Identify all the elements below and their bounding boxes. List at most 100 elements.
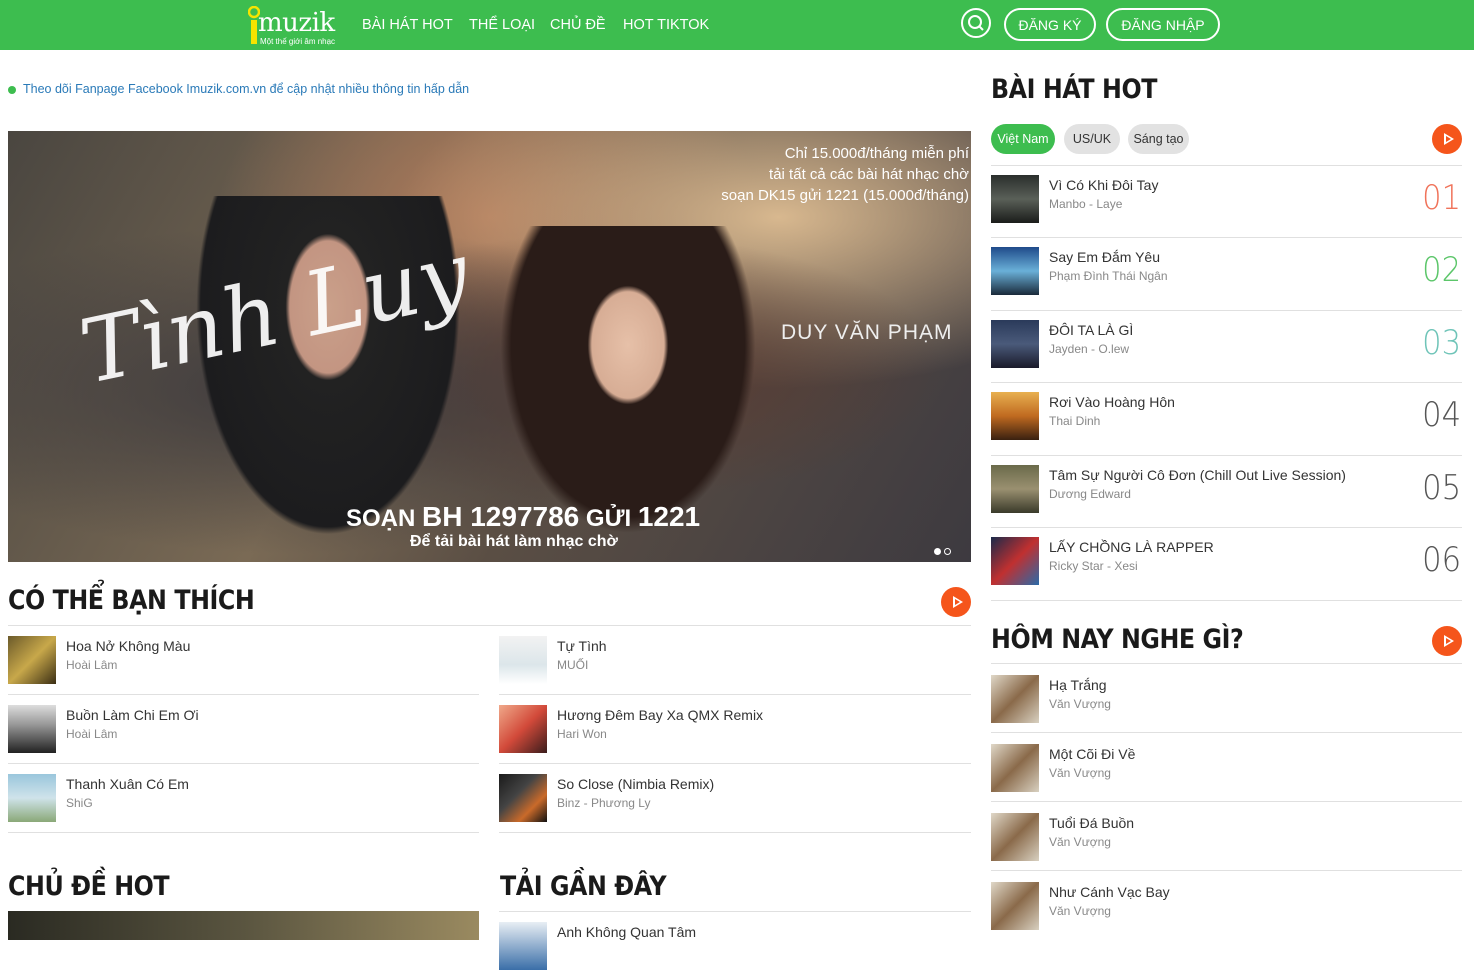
song-thumbnail <box>991 882 1039 930</box>
play-icon <box>1443 133 1454 145</box>
song-artist: Dương Edward <box>1049 487 1131 501</box>
song-thumbnail <box>991 320 1039 368</box>
code-mid: GỬI <box>585 505 632 532</box>
hot-songs-title: BÀI HÁT HOT <box>991 74 1157 105</box>
promo-line-3: soạn DK15 gửi 1221 (15.000đ/tháng) <box>721 187 969 204</box>
play-icon <box>1443 635 1454 647</box>
divider <box>991 527 1462 528</box>
song-artist: Manbo - Laye <box>1049 197 1123 211</box>
song-artist: Hari Won <box>557 727 607 741</box>
fanpage-notice[interactable]: Theo dõi Fanpage Facebook Imuzik.com.vn … <box>8 82 469 96</box>
register-button[interactable]: ĐĂNG KÝ <box>1004 8 1096 41</box>
song-artist: Văn Vượng <box>1049 766 1111 780</box>
song-title: Vì Có Khi Đôi Tay <box>1049 177 1159 193</box>
song-thumbnail <box>991 744 1039 792</box>
song-thumbnail <box>8 636 56 684</box>
code-number: 1221 <box>637 501 701 532</box>
song-title: Rơi Vào Hoàng Hôn <box>1049 394 1175 410</box>
login-button[interactable]: ĐĂNG NHẬP <box>1106 8 1220 41</box>
today-play-all-button[interactable] <box>1432 626 1462 656</box>
song-thumbnail <box>991 813 1039 861</box>
song-title: Buồn Làm Chi Em Ơi <box>66 707 199 723</box>
song-thumbnail <box>991 465 1039 513</box>
divider <box>991 732 1462 733</box>
divider <box>8 832 479 833</box>
song-title: LẤY CHỒNG LÀ RAPPER <box>1049 539 1214 555</box>
divider <box>8 694 479 695</box>
song-artist: MUỐI <box>557 658 589 672</box>
song-thumbnail <box>991 175 1039 223</box>
play-icon <box>952 596 963 608</box>
banner-sub: Để tải bài hát làm nhạc chờ <box>410 533 618 550</box>
song-title: Hoa Nở Không Màu <box>66 638 191 654</box>
carousel-dot[interactable] <box>944 548 951 555</box>
song-artist: Ricky Star - Xesi <box>1049 559 1138 573</box>
rank-number: 02 <box>1422 250 1462 290</box>
rank-number: 01 <box>1422 178 1462 218</box>
tab-vietnam[interactable]: Việt Nam <box>991 124 1055 154</box>
divider <box>991 165 1462 166</box>
hero-banner[interactable]: Tình Luy Chỉ 15.000đ/tháng miễn phí tải … <box>8 131 971 562</box>
rank-number: 03 <box>1422 323 1462 363</box>
carousel-dot-active[interactable] <box>934 548 941 555</box>
divider <box>8 763 479 764</box>
song-thumbnail <box>991 675 1039 723</box>
song-title: Tâm Sự Người Cô Đơn (Chill Out Live Sess… <box>1049 467 1346 483</box>
song-artist: Hoài Lâm <box>66 658 118 672</box>
rank-number: 05 <box>1422 468 1462 508</box>
like-section-title: CÓ THỂ BẠN THÍCH <box>8 585 255 616</box>
search-icon <box>968 15 984 31</box>
like-play-all-button[interactable] <box>941 587 971 617</box>
recent-section-title: TẢI GẦN ĐÂY <box>500 871 667 902</box>
song-title: Như Cánh Vạc Bay <box>1049 884 1170 900</box>
song-thumbnail <box>991 392 1039 440</box>
nav-topics[interactable]: CHỦ ĐỀ <box>550 17 606 33</box>
code-main: BH 1297786 <box>422 501 580 532</box>
topic-card-image[interactable] <box>8 911 479 940</box>
song-thumbnail <box>991 537 1039 585</box>
divider <box>499 763 971 764</box>
song-title: Thanh Xuân Có Em <box>66 776 189 792</box>
song-artist: Jayden - O.lew <box>1049 342 1130 356</box>
nav-genres[interactable]: THỂ LOẠI <box>469 17 535 33</box>
code-prefix: SOẠN <box>346 505 416 532</box>
song-thumbnail <box>8 774 56 822</box>
rank-number: 04 <box>1422 395 1462 435</box>
notice-text: Theo dõi Fanpage Facebook Imuzik.com.vn … <box>23 82 470 96</box>
tab-usuk[interactable]: US/UK <box>1064 124 1120 154</box>
imuzik-logo[interactable]: muzik Một thế giới âm nhạc <box>248 4 343 48</box>
song-artist: Binz - Phương Ly <box>557 796 651 810</box>
logo-word: muzik <box>258 8 335 38</box>
today-title: HÔM NAY NGHE GÌ? <box>991 624 1244 655</box>
song-thumbnail <box>499 774 547 822</box>
divider <box>991 455 1462 456</box>
divider <box>991 801 1462 802</box>
song-title: Say Em Đắm Yêu <box>1049 249 1161 265</box>
song-thumbnail <box>499 922 547 970</box>
divider <box>991 310 1462 311</box>
banner-promo: Chỉ 15.000đ/tháng miễn phí tải tất cả cá… <box>569 143 969 206</box>
song-title: ĐÔI TA LÀ GÌ <box>1049 322 1134 338</box>
promo-line-1: Chỉ 15.000đ/tháng miễn phí <box>784 145 969 162</box>
song-thumbnail <box>499 636 547 684</box>
song-title: Một Cõi Đi Về <box>1049 746 1136 762</box>
divider <box>991 600 1462 601</box>
divider <box>499 694 971 695</box>
song-artist: Hoài Lâm <box>66 727 118 741</box>
song-thumbnail <box>8 705 56 753</box>
song-artist: Văn Vượng <box>1049 697 1111 711</box>
banner-sms-code: SOẠN BH 1297786 GỬI 1221 <box>346 501 700 533</box>
search-button[interactable] <box>961 8 991 38</box>
song-title: Tự Tình <box>557 638 607 654</box>
nav-hot-tiktok[interactable]: HOT TIKTOK <box>623 17 709 33</box>
tab-sang-tao[interactable]: Sáng tạo <box>1128 124 1189 154</box>
banner-artist: DUY VĂN PHẠM <box>781 321 953 344</box>
hot-play-all-button[interactable] <box>1432 124 1462 154</box>
nav-hot-songs[interactable]: BÀI HÁT HOT <box>362 17 453 33</box>
divider <box>991 663 1462 664</box>
divider <box>991 870 1462 871</box>
song-title: Tuổi Đá Buồn <box>1049 815 1135 831</box>
song-artist: Phạm Đình Thái Ngân <box>1049 269 1168 283</box>
divider <box>991 237 1462 238</box>
song-thumbnail <box>991 247 1039 295</box>
